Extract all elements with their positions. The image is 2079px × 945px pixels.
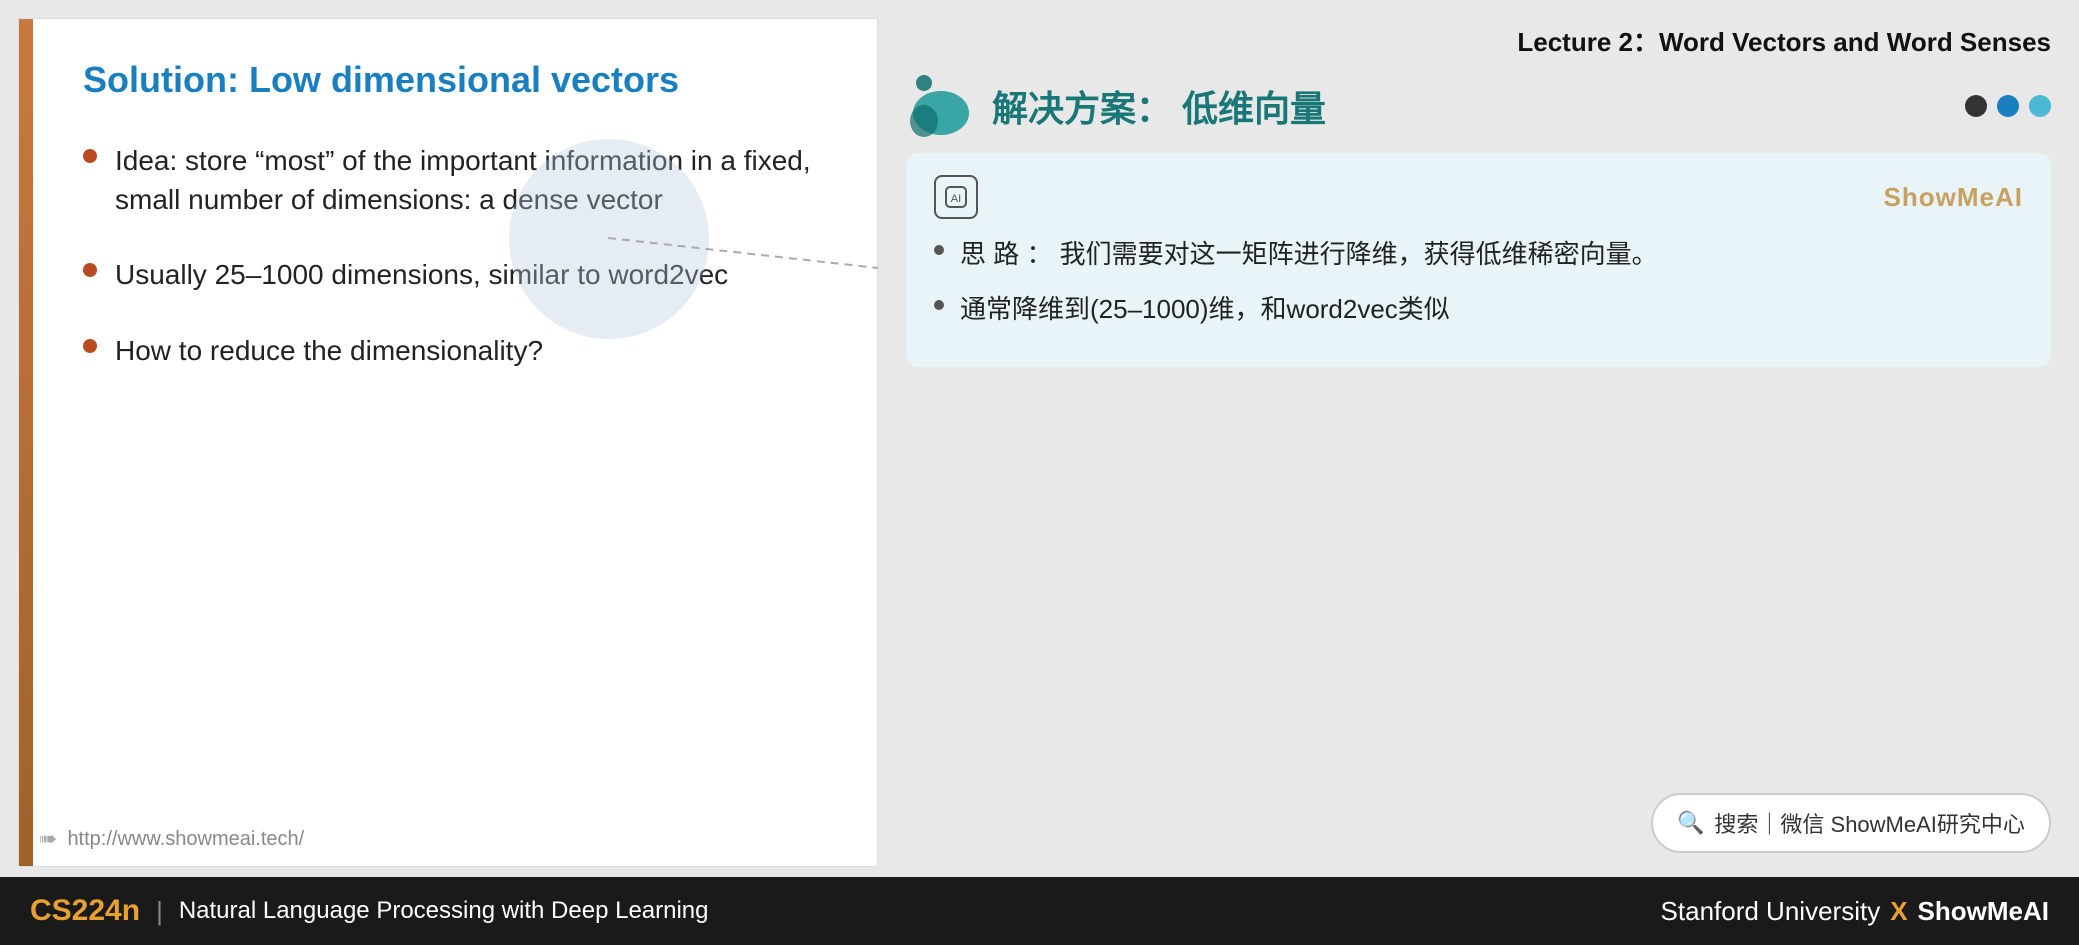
slide-footer: ➠ http://www.showmeai.tech/ <box>19 816 877 866</box>
bottom-bar: CS224n | Natural Language Processing wit… <box>0 877 2079 945</box>
ai-icon-box: AI <box>934 175 978 219</box>
bullet-dot-2 <box>83 263 97 277</box>
card-bullet-item-2: 通常降维到(25–1000)维，和word2vec类似 <box>934 290 2023 329</box>
x-separator: X <box>1890 896 1907 927</box>
slide-title: Solution: Low dimensional vectors <box>83 59 827 101</box>
course-code: CS224n <box>30 894 140 928</box>
stanford-text: Stanford University <box>1661 896 1881 927</box>
translation-card: AI ShowMeAI 思 路 ： 我们需要对这一矩阵进行降维，获得低维稀密向量… <box>906 153 2051 367</box>
slide-orange-bar <box>19 19 33 866</box>
lecture-title-text: Lecture 2：Word Vectors and Word Senses <box>1517 27 2051 57</box>
search-label: 搜索｜微信 ShowMeAI研究中心 <box>1714 807 2025 839</box>
course-name: Natural Language Processing with Deep Le… <box>179 897 709 925</box>
card-bullets: 思 路 ： 我们需要对这一矩阵进行降维，获得低维稀密向量。 通常降维到(25–1… <box>934 235 2023 329</box>
bullet-list: Idea: store “most” of the important info… <box>83 141 827 786</box>
nav-dot-light-teal[interactable] <box>2029 95 2051 117</box>
decoration-shape <box>906 71 976 141</box>
bullet-item-2: Usually 25–1000 dimensions, similar to w… <box>83 255 827 294</box>
bullet-dot-3 <box>83 339 97 353</box>
nav-dot-dark[interactable] <box>1965 95 1987 117</box>
slide-panel: Solution: Low dimensional vectors Idea: … <box>18 18 878 867</box>
right-heading-text: 解决方案： 低维向量 <box>992 80 1326 132</box>
footer-url: http://www.showmeai.tech/ <box>67 828 304 851</box>
slide-wrapper: Solution: Low dimensional vectors Idea: … <box>18 18 878 867</box>
bullet-text-1: Idea: store “most” of the important info… <box>115 141 827 219</box>
right-header-left: 解决方案： 低维向量 <box>906 71 1326 141</box>
bullet-text-3: How to reduce the dimensionality? <box>115 331 543 370</box>
bottom-left: CS224n | Natural Language Processing wit… <box>30 894 709 928</box>
nav-dots <box>1965 95 2051 117</box>
main-content: Solution: Low dimensional vectors Idea: … <box>0 0 2079 877</box>
annotation-circle <box>509 139 709 339</box>
svg-text:AI: AI <box>951 193 961 205</box>
card-bullet-item-1: 思 路 ： 我们需要对这一矩阵进行降维，获得低维稀密向量。 <box>934 235 2023 274</box>
divider-bar: | <box>156 896 163 927</box>
bullet-item-1: Idea: store “most” of the important info… <box>83 141 827 219</box>
showmeai-brand-card: ShowMeAI <box>1884 182 2023 213</box>
showmeai-footer-text: ShowMeAI <box>1918 896 2049 927</box>
bullet-item-3: How to reduce the dimensionality? <box>83 331 827 370</box>
right-panel: Lecture 2：Word Vectors and Word Senses 解… <box>896 18 2061 867</box>
card-bullet-text-2: 通常降维到(25–1000)维，和word2vec类似 <box>960 290 1450 329</box>
lecture-title-bar: Lecture 2：Word Vectors and Word Senses <box>896 18 2061 59</box>
ai-icon: AI <box>943 184 969 210</box>
bottom-right: Stanford University X ShowMeAI <box>1661 896 2049 927</box>
card-bullet-text-1: 思 路 ： 我们需要对这一矩阵进行降维，获得低维稀密向量。 <box>960 235 1658 274</box>
search-icon: 🔍 <box>1677 810 1704 836</box>
card-bullet-dot-2 <box>934 300 944 310</box>
nav-dot-teal[interactable] <box>1997 95 2019 117</box>
right-header: 解决方案： 低维向量 <box>896 71 2061 141</box>
search-bar-container: 🔍 搜索｜微信 ShowMeAI研究中心 <box>896 793 2061 867</box>
search-bar[interactable]: 🔍 搜索｜微信 ShowMeAI研究中心 <box>1651 793 2051 853</box>
cursor-icon: ➠ <box>39 826 57 852</box>
card-header: AI ShowMeAI <box>934 175 2023 219</box>
slide-body: Solution: Low dimensional vectors Idea: … <box>33 19 877 816</box>
bullet-dot-1 <box>83 149 97 163</box>
card-bullet-dot-1 <box>934 245 944 255</box>
right-spacer <box>896 379 2061 781</box>
